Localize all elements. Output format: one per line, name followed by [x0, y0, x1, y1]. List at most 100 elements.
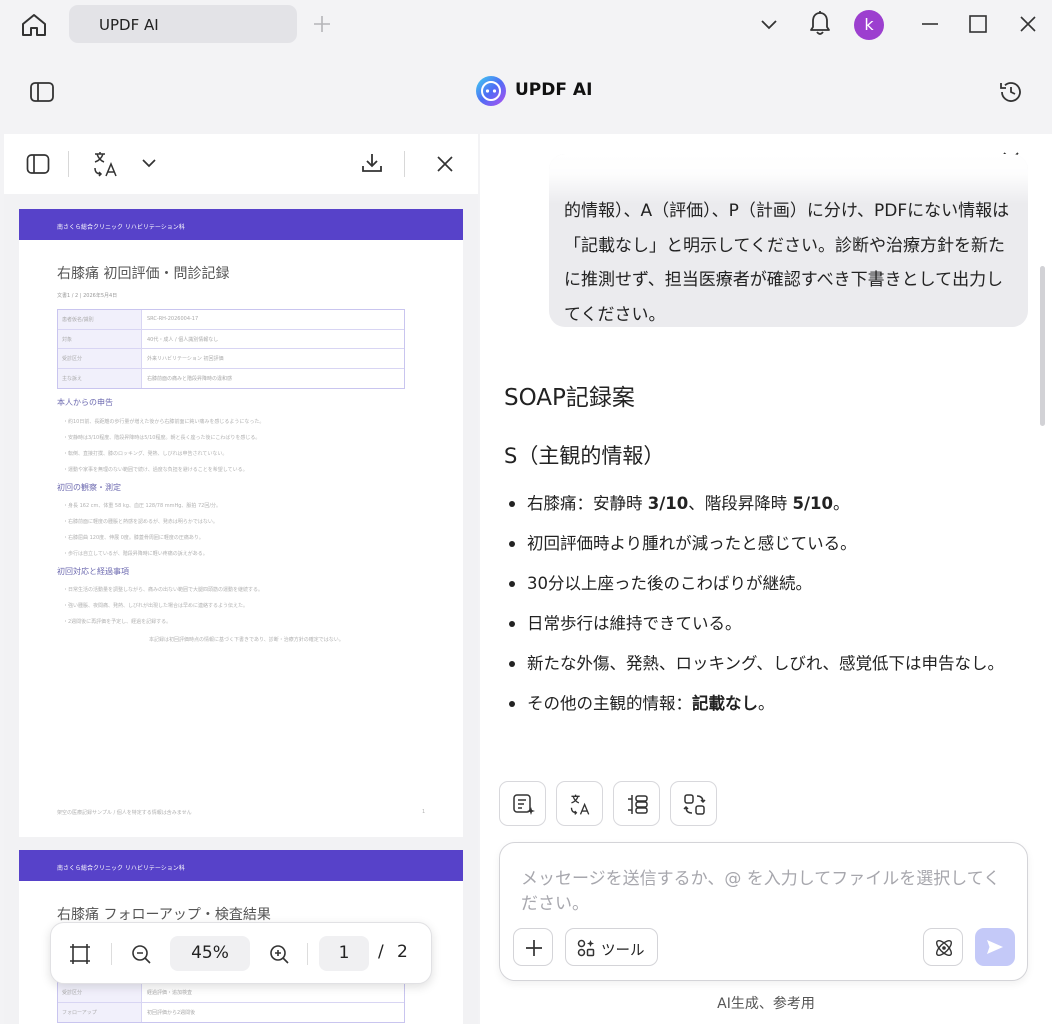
- section-heading: 本人からの申告: [57, 398, 113, 407]
- avatar[interactable]: k: [854, 10, 884, 40]
- table-value: 経過評価・追加検査: [147, 990, 193, 996]
- toolbar-divider: [307, 943, 308, 965]
- info-table: 受診区分 経過評価・追加検査 フォローアップ 初回評価から2週間後: [57, 982, 405, 1023]
- fit-page-icon[interactable]: [69, 943, 91, 965]
- page-banner: 南さくら総合クリニック リハビリテーション科: [19, 209, 463, 240]
- explain-icon: [628, 795, 648, 814]
- list-item: ・日常生活の活動量を調整しながら、痛みの出ない範囲で大腿四頭筋の運動を継続する。: [63, 587, 264, 593]
- item-text: 。: [832, 494, 850, 513]
- list-item: ・右膝前面に軽度の腫脹と熱感を認めるが、発赤は明らかではない。: [63, 519, 218, 525]
- list-item: ・身長 162 cm、体重 58 kg、血圧 128/78 mmHg、脈拍 72…: [63, 503, 222, 509]
- table-value: SRC-RH-2026004-17: [147, 316, 199, 322]
- minimize-icon[interactable]: [920, 14, 940, 34]
- plus-icon[interactable]: [312, 14, 332, 34]
- info-table: 患者仮名/識別 SRC-RH-2026004-17 対象 40代・成人 / 個人…: [57, 309, 405, 389]
- item-bold: 記載なし: [692, 694, 758, 713]
- page-total: 2: [397, 942, 408, 962]
- close-icon[interactable]: [435, 154, 455, 174]
- pdf-viewer-panel: 南さくら総合クリニック リハビリテーション科 右膝痛 初回評価・問診記録 文書1…: [4, 134, 478, 1024]
- zoom-in-icon[interactable]: [268, 943, 290, 965]
- history-icon[interactable]: [998, 79, 1024, 105]
- answer-list: 右膝痛：安静時 3/10、階段昇降時 5/10。 初回評価時より腫れが減ったと感…: [504, 486, 1014, 726]
- page-note: 本記録は初回評価時点の情報に基づく下書きであり、診断・治療方針の確定ではない。: [149, 637, 344, 643]
- table-row: 対象 40代・成人 / 個人識別情報なし: [58, 329, 404, 349]
- tools-icon: [577, 939, 595, 957]
- list-item: ・転倒、直接打撲、膝のロッキング、発熱、しびれは申告されていない。: [63, 451, 228, 457]
- close-icon[interactable]: [1018, 14, 1038, 34]
- list-item: 右膝痛：安静時 3/10、階段昇降時 5/10。: [504, 486, 1014, 521]
- list-item: ・強い腫脹、夜間痛、発熱、しびれが出現した場合は早めに連絡するよう伝えた。: [63, 603, 249, 609]
- tab-updf-ai[interactable]: UPDF AI: [69, 5, 297, 43]
- app-window: UPDF AI k UPDF AI 南さくら総合クリニック リハビリテーション科…: [0, 0, 1052, 1024]
- zoom-toolbar: 45% 1 / 2: [50, 922, 432, 984]
- table-value: 初回評価から2週間後: [147, 1009, 196, 1016]
- table-key: 対象: [58, 329, 142, 348]
- home-icon[interactable]: [20, 12, 48, 38]
- answer-subtitle: S（主観的情報）: [504, 444, 665, 468]
- table-row: 患者仮名/識別 SRC-RH-2026004-17: [58, 310, 404, 330]
- list-item: ・安静時は3/10程度、階段昇降時は5/10程度。朝と長く座った後にこわばりを感…: [63, 435, 261, 441]
- item-text: 右膝痛：安静時: [527, 494, 648, 513]
- chevron-down-icon[interactable]: [759, 14, 779, 34]
- updf-ai-logo-icon: [476, 76, 506, 106]
- item-bold: 3/10: [647, 494, 689, 513]
- page-title: 右膝痛 フォローアップ・検査結果: [57, 907, 271, 923]
- item-text: 。: [758, 694, 775, 713]
- pdf-toolbar: [4, 134, 478, 194]
- plus-icon: [526, 940, 542, 956]
- add-attachment-button[interactable]: [513, 928, 553, 966]
- translate-button[interactable]: [556, 781, 603, 826]
- summarize-button[interactable]: [499, 781, 546, 826]
- message-input-box[interactable]: メッセージを送信するか、@ を入力してファイルを選択してください。 ツール: [499, 842, 1028, 981]
- pdf-page-1: 南さくら総合クリニック リハビリテーション科 右膝痛 初回評価・問診記録 文書1…: [19, 209, 463, 837]
- item-text: その他の主観的情報：: [527, 694, 692, 713]
- translate-icon[interactable]: [93, 150, 119, 178]
- list-item: ・運動や家事を無理のない範囲で続け、過度な負担を避けることを希望している。: [63, 467, 248, 473]
- toolbar-divider: [111, 943, 112, 965]
- item-text: 新たな外傷、発熱、ロッキング、しびれ、感覚低下は申告なし。: [527, 654, 1005, 673]
- send-button[interactable]: [975, 928, 1015, 966]
- rewrite-icon: [683, 794, 706, 815]
- user-message-bubble: 的情報）、A（評価）、P（計画）に分け、PDFにない情報は「記載なし」と明示して…: [549, 154, 1028, 327]
- sidebar-icon[interactable]: [29, 80, 55, 104]
- download-icon[interactable]: [360, 151, 384, 175]
- page-banner-text: 南さくら総合クリニック リハビリテーション科: [57, 224, 185, 231]
- page-title: 右膝痛 初回評価・問診記録: [57, 266, 230, 282]
- page-banner-text: 南さくら総合クリニック リハビリテーション科: [57, 865, 185, 872]
- table-key: 受診区分: [58, 349, 142, 368]
- deep-think-button[interactable]: [923, 928, 963, 966]
- table-row: 受診区分 経過評価・追加検査: [58, 983, 404, 1003]
- app-header: UPDF AI: [0, 50, 1052, 134]
- maximize-icon[interactable]: [968, 14, 988, 34]
- table-value: 40代・成人 / 個人識別情報なし: [147, 336, 219, 343]
- tools-label: ツール: [601, 943, 645, 959]
- page-footer: 架空の医療記録サンプル / 個人を特定する情報は含みません: [57, 810, 192, 816]
- page-banner: 南さくら総合クリニック リハビリテーション科: [19, 850, 463, 881]
- explain-button[interactable]: [613, 781, 660, 826]
- item-text: 30分以上座った後のこわばりが継続。: [527, 574, 812, 593]
- page-number-input[interactable]: 1: [319, 936, 369, 971]
- summarize-icon: [513, 794, 535, 815]
- message-input[interactable]: メッセージを送信するか、@ を入力してファイルを選択してください。: [521, 867, 1006, 917]
- item-bold: 5/10: [792, 494, 833, 513]
- list-item: ・歩行は自立しているが、階段昇降時に軽い疼痛の訴えがある。: [63, 551, 208, 557]
- answer-title: SOAP記録案: [504, 385, 635, 411]
- zoom-out-icon[interactable]: [130, 943, 152, 965]
- scrollbar[interactable]: [1040, 266, 1045, 426]
- list-item: その他の主観的情報：記載なし。: [504, 686, 1014, 721]
- pdf-page-view[interactable]: 南さくら総合クリニック リハビリテーション科 右膝痛 初回評価・問診記録 文書1…: [4, 194, 478, 1024]
- scroll-fade: [549, 154, 1028, 204]
- bell-icon[interactable]: [808, 10, 832, 38]
- page-number: 1: [422, 809, 426, 815]
- rewrite-button[interactable]: [670, 781, 717, 826]
- section-heading: 初回の観察・測定: [57, 483, 121, 492]
- tools-button[interactable]: ツール: [565, 928, 658, 966]
- title-bar: UPDF AI k: [0, 0, 1052, 50]
- user-message-text: 的情報）、A（評価）、P（計画）に分け、PDFにない情報は「記載なし」と明示して…: [564, 201, 1010, 325]
- table-key: 患者仮名/識別: [58, 310, 142, 329]
- chevron-down-icon[interactable]: [140, 154, 158, 172]
- thumbnails-icon[interactable]: [26, 153, 50, 175]
- zoom-level[interactable]: 45%: [170, 936, 250, 971]
- ai-chat-panel: 的情報）、A（評価）、P（計画）に分け、PDFにない情報は「記載なし」と明示して…: [480, 134, 1052, 1024]
- list-item: 新たな外傷、発熱、ロッキング、しびれ、感覚低下は申告なし。: [504, 646, 1014, 681]
